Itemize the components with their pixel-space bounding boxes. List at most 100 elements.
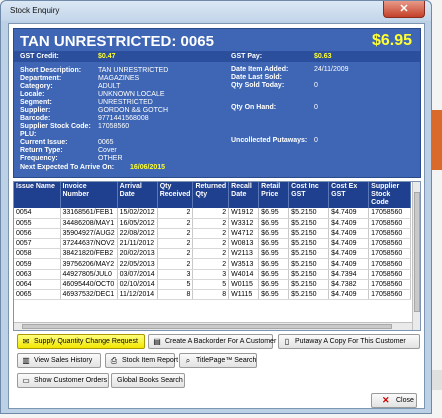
table-row[interactable]: 0059 39756206/MAY2 22/05/2013 2 2 W3513 $6.95 $… — [14, 258, 412, 270]
table-row[interactable]: 0064 46095440/OCT0 02/10/2014 5 5 W0115 $6.95 $… — [14, 279, 412, 291]
table-cell: $5.2150 — [288, 218, 330, 229]
table-cell: 2 — [192, 238, 230, 250]
table-cell: 2 — [157, 218, 194, 229]
table-row[interactable]: 0054 33168561/FEB1 15/02/2012 2 2 W1912 $6.95 $… — [14, 208, 412, 219]
table-cell: $4.7409 — [328, 228, 370, 240]
table-cell: 0064 — [14, 279, 61, 291]
table-cell: 2 — [192, 248, 230, 260]
column-header[interactable]: Issue Name — [14, 182, 61, 208]
table-cell: $4.7409 — [328, 218, 370, 229]
table-cell: $4.7409 — [328, 208, 370, 219]
detail-label: Qty On Hand: — [231, 104, 277, 111]
detail-label: Current Issue: — [20, 139, 68, 146]
detail-value: 0065 — [98, 139, 114, 146]
table-cell: $4.7409 — [328, 248, 370, 260]
table-cell: W1912 — [228, 208, 260, 219]
detail-label: Return Type: — [20, 147, 63, 154]
printer-icon: ⎙ — [110, 356, 118, 365]
table-cell: 0058 — [14, 248, 61, 260]
detail-value: UNRESTRICTED — [98, 99, 153, 106]
global-books-search-button[interactable]: Global Books Search — [111, 373, 185, 388]
table-cell: 17058560 — [368, 279, 412, 291]
table-row[interactable]: 0065 46937532/DEC1 11/12/2014 8 8 W1115 $6.95 $… — [14, 289, 412, 301]
table-row[interactable]: 0055 34486208/MAY1 16/05/2012 2 2 W3312 $6.95 $… — [14, 218, 412, 229]
column-header[interactable]: Returned Qty — [192, 182, 230, 208]
document-icon: ▤ — [153, 337, 161, 346]
chart-icon: ▥ — [22, 356, 30, 365]
detail-value: 0 — [314, 137, 318, 144]
table-cell: 0055 — [14, 218, 61, 229]
detail-value: 17058560 — [98, 123, 130, 130]
table-cell: $5.2150 — [288, 228, 330, 240]
column-header[interactable]: Recall Date — [228, 182, 260, 208]
issues-table: Issue Name Invoice Number Arrival Date Q… — [14, 182, 412, 301]
detail-label: Supplier: — [20, 107, 51, 114]
detail-value: 0 — [314, 104, 318, 111]
grid-vertical-scrollbar[interactable] — [412, 182, 420, 330]
next-expected-date: 16/06/2015 — [130, 164, 166, 171]
table-cell: 17058560 — [368, 208, 412, 219]
column-header[interactable]: Qty Received — [157, 182, 194, 208]
table-cell: 17058560 — [368, 218, 412, 229]
supply-quantity-change-button[interactable]: ✉ Supply Quantity Change Request — [17, 334, 145, 349]
table-row[interactable]: 0056 35904927/AUG2 22/08/2012 2 2 W4712 $6.95 $… — [14, 228, 412, 240]
table-cell: 37244637/NOV2 — [60, 238, 118, 250]
table-cell: W4014 — [228, 269, 260, 280]
putaway-copy-button[interactable]: ▯ Putaway A Copy For This Customer — [278, 334, 420, 349]
column-header[interactable]: Cost Inc GST — [288, 182, 330, 208]
desktop-background: Stock Enquiry ✕ TAN UNRESTRICTED: 0065 $… — [0, 0, 442, 418]
scrollbar-thumb[interactable] — [414, 192, 420, 312]
table-cell: 5 — [157, 279, 194, 291]
table-cell: 44927805/JUL0 — [60, 269, 118, 280]
table-cell: 3 — [192, 269, 230, 280]
scrollbar-thumb[interactable] — [22, 324, 392, 329]
table-cell: W0115 — [228, 279, 260, 291]
titlepage-search-button[interactable]: ⌕ TitlePage™ Search — [179, 353, 257, 368]
table-cell: W3312 — [228, 218, 260, 229]
button-label: TitlePage™ Search — [196, 357, 257, 364]
issues-grid[interactable]: Issue Name Invoice Number Arrival Date Q… — [13, 181, 421, 331]
button-label: Supply Quantity Change Request — [34, 338, 138, 345]
detail-label: Category: — [20, 83, 53, 90]
close-icon: ✕ — [382, 395, 390, 405]
detail-label: Short Description: — [20, 67, 82, 74]
show-customer-orders-button[interactable]: ▭ Show Customer Orders — [17, 373, 109, 388]
table-cell: 17058560 — [368, 269, 412, 280]
table-cell: W4712 — [228, 228, 260, 240]
view-sales-history-button[interactable]: ▥ View Sales History — [17, 353, 101, 368]
table-cell: $5.2150 — [288, 269, 330, 280]
table-cell: 35904927/AUG2 — [60, 228, 118, 240]
table-cell: $6.95 — [258, 208, 290, 219]
table-cell: 2 — [157, 208, 194, 219]
stock-item-report-button[interactable]: ⎙ Stock Item Report — [105, 353, 178, 368]
table-cell: $4.7394 — [328, 269, 370, 280]
table-cell: $5.2150 — [288, 248, 330, 260]
table-cell: 0056 — [14, 228, 61, 240]
column-header[interactable]: Supplier Stock Code — [368, 182, 412, 208]
table-cell: $5.2150 — [288, 238, 330, 250]
table-cell: W0813 — [228, 238, 260, 250]
detail-label: Barcode: — [20, 115, 51, 122]
create-backorder-button[interactable]: ▤ Create A Backorder For A Customer — [148, 334, 276, 349]
table-cell: $4.7409 — [328, 238, 370, 250]
column-header[interactable]: Invoice Number — [60, 182, 118, 208]
column-header[interactable]: Arrival Date — [117, 182, 158, 208]
window-close-button[interactable]: ✕ — [383, 1, 425, 18]
table-row[interactable]: 0058 38421820/FEB2 20/02/2013 2 2 W2113 $6.95 $… — [14, 248, 412, 260]
stock-enquiry-window: Stock Enquiry ✕ TAN UNRESTRICTED: 0065 $… — [0, 0, 432, 414]
close-button[interactable]: ✕ Close — [371, 393, 417, 408]
table-cell: $5.2150 — [288, 279, 330, 291]
title-bar[interactable]: Stock Enquiry ✕ — [1, 1, 431, 21]
table-cell: 17058560 — [368, 289, 412, 301]
detail-value: UNKNOWN LOCALE — [98, 91, 165, 98]
table-cell: $6.95 — [258, 228, 290, 240]
table-cell: 17058560 — [368, 248, 412, 260]
detail-label: Date Item Added: — [231, 66, 289, 73]
grid-horizontal-scrollbar[interactable] — [14, 322, 412, 330]
button-label: Putaway A Copy For This Customer — [295, 338, 406, 345]
column-header[interactable]: Cost Ex GST — [328, 182, 370, 208]
table-row[interactable]: 0063 44927805/JUL0 03/07/2014 3 3 W4014 $6.95 $… — [14, 269, 412, 280]
table-row[interactable]: 0057 37244637/NOV2 21/11/2012 2 2 W0813 $6.95 $… — [14, 238, 412, 250]
column-header[interactable]: Retail Price — [258, 182, 290, 208]
table-cell: 39756206/MAY2 — [60, 258, 118, 270]
